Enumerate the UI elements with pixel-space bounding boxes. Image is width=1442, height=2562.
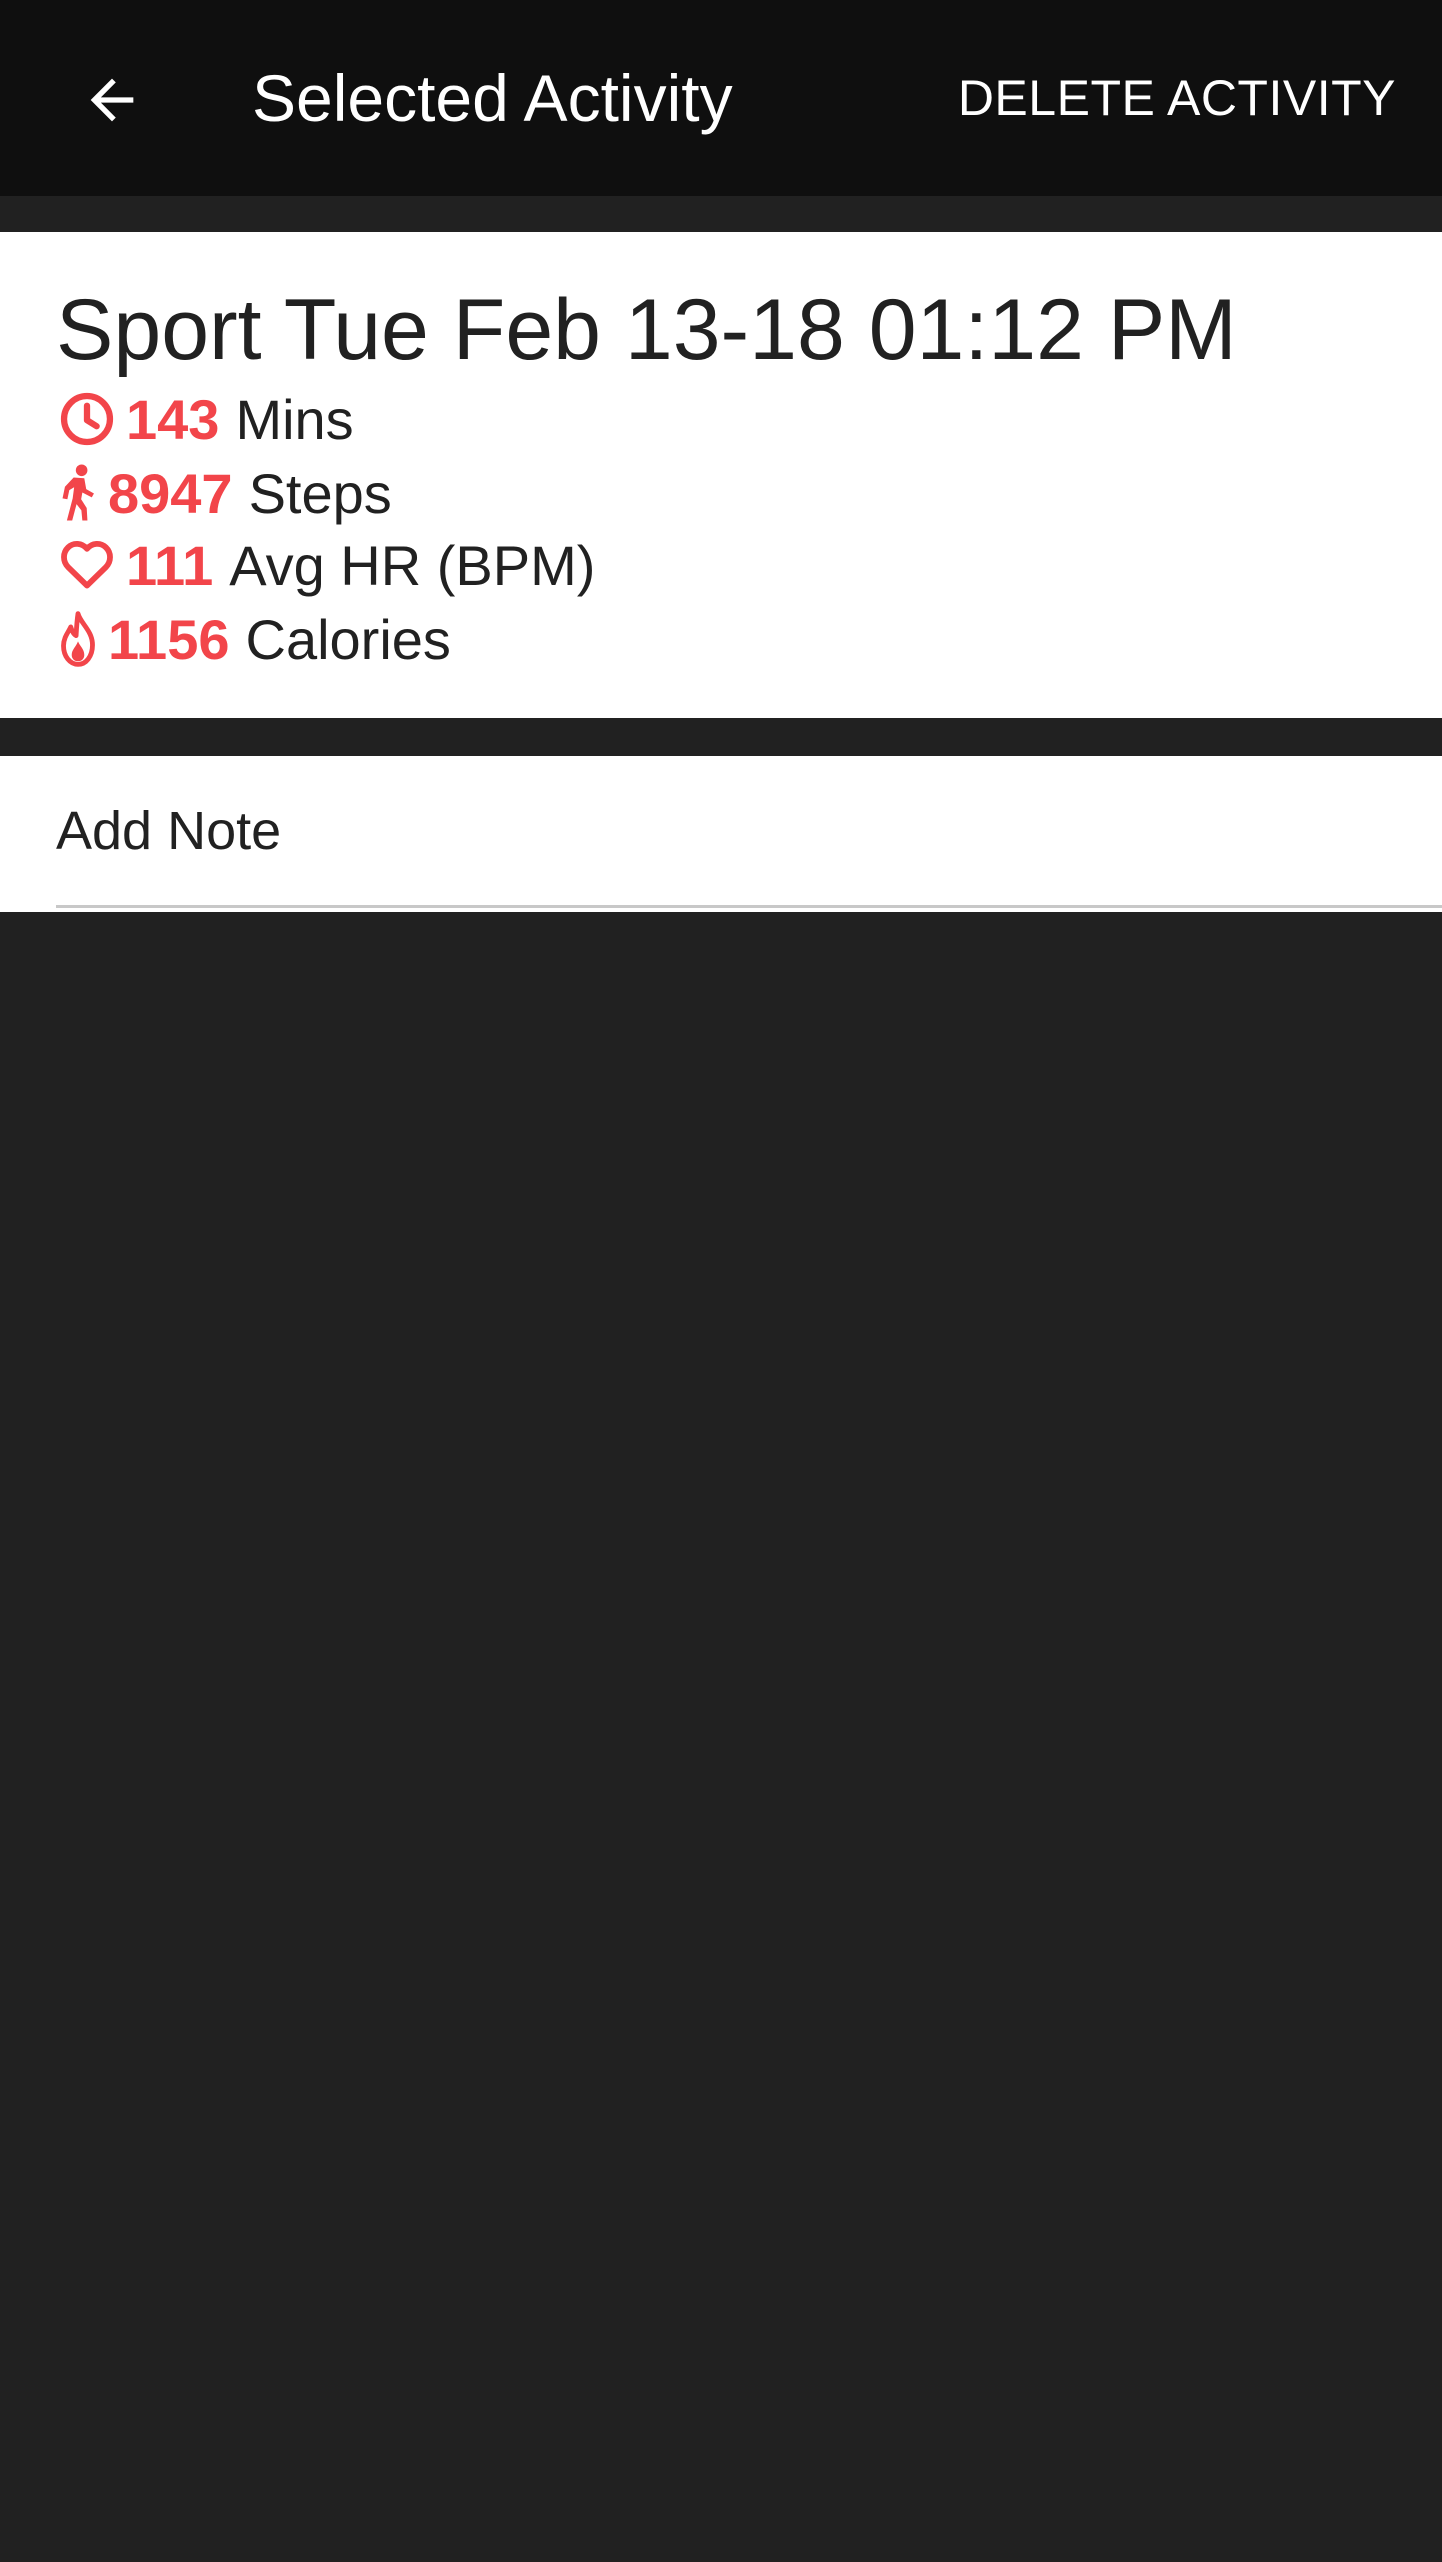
calories-unit: Calories <box>245 607 451 671</box>
clock-icon <box>56 388 118 450</box>
delete-activity-button[interactable]: DELETE ACTIVITY <box>958 0 1396 196</box>
stat-row-calories: 1156 Calories <box>56 604 451 674</box>
flame-icon <box>56 608 100 670</box>
heart-icon <box>56 534 118 596</box>
steps-value: 8947 <box>108 461 233 525</box>
duration-unit: Mins <box>235 387 354 451</box>
duration-value: 143 <box>126 387 220 451</box>
arrow-left-icon <box>90 78 134 122</box>
stat-row-steps: 8947 Steps <box>56 458 392 528</box>
activity-title: Sport Tue Feb 13-18 01:12 PM <box>56 282 1237 378</box>
walking-person-icon <box>56 462 100 524</box>
heart-rate-unit: Avg HR (BPM) <box>229 533 596 597</box>
steps-unit: Steps <box>248 461 392 525</box>
stat-row-duration: 143 Mins <box>56 384 354 454</box>
add-note-input[interactable] <box>56 756 1442 908</box>
calories-value: 1156 <box>108 607 230 671</box>
app-bar: Selected Activity DELETE ACTIVITY <box>0 0 1442 196</box>
back-button[interactable] <box>60 48 164 152</box>
note-panel <box>0 756 1442 912</box>
page-title: Selected Activity <box>252 61 733 135</box>
heart-rate-value: 111 <box>126 533 214 597</box>
activity-summary-card: Sport Tue Feb 13-18 01:12 PM 143 Mins 89… <box>0 232 1442 718</box>
stat-row-heart-rate: 111 Avg HR (BPM) <box>56 530 595 600</box>
